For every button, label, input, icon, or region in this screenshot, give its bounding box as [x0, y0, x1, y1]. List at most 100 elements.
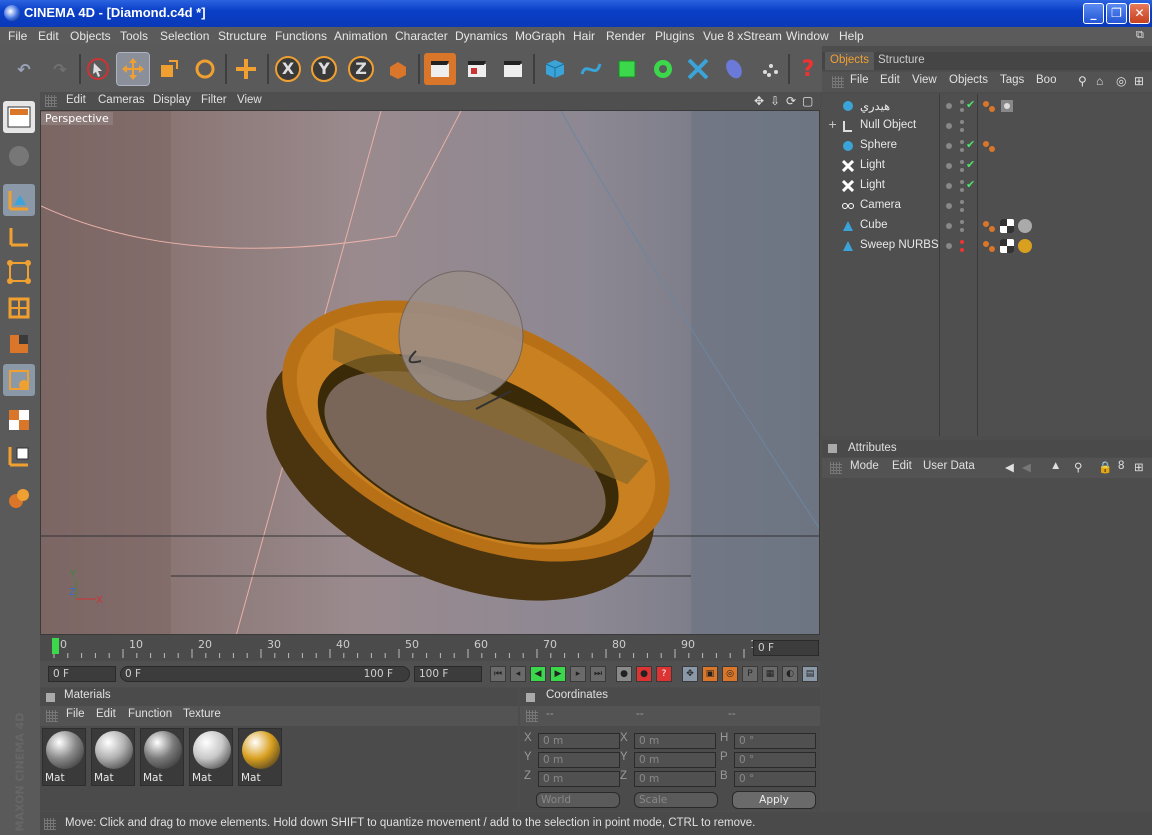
- live-selection-icon[interactable]: [82, 53, 114, 85]
- new-panel-icon[interactable]: ⊞: [1134, 74, 1144, 88]
- apply-button[interactable]: Apply: [732, 791, 816, 809]
- rotation-value-field[interactable]: 0 °: [734, 733, 816, 749]
- menu-mograph[interactable]: MoGraph: [515, 29, 565, 43]
- undo-icon[interactable]: ↶: [8, 53, 40, 85]
- keyframe-selection-icon[interactable]: ?: [656, 666, 672, 682]
- material-swatch[interactable]: Mat: [42, 728, 86, 786]
- render-visibility-icon[interactable]: [960, 228, 964, 232]
- object-name[interactable]: Sweep NURBS: [860, 239, 939, 251]
- rotation-value-field[interactable]: 0 °: [734, 771, 816, 787]
- link-icon[interactable]: 8: [1118, 460, 1124, 472]
- workplane-icon[interactable]: [3, 482, 35, 514]
- objects-menu-tags[interactable]: Tags: [1000, 74, 1024, 86]
- zoom-view-icon[interactable]: ⇩: [770, 94, 780, 108]
- play-forward-icon[interactable]: ▶: [550, 666, 566, 682]
- render-visibility-icon[interactable]: [960, 248, 964, 252]
- start-frame-field[interactable]: 0 F: [48, 666, 116, 682]
- menu-character[interactable]: Character: [395, 29, 448, 43]
- render-visibility-icon[interactable]: [960, 208, 964, 212]
- menu-file[interactable]: File: [8, 29, 27, 43]
- viewport-layout-icon[interactable]: [3, 101, 35, 133]
- material-swatch[interactable]: Mat: [91, 728, 135, 786]
- rotation-value-field[interactable]: 0 °: [734, 752, 816, 768]
- menu-help[interactable]: Help: [839, 29, 864, 43]
- editor-visibility-icon[interactable]: [946, 123, 952, 129]
- current-frame-field[interactable]: 0 F: [753, 640, 819, 656]
- deformer-icon[interactable]: [682, 53, 714, 85]
- panel-grip-icon[interactable]: [832, 76, 844, 88]
- timeline-playhead[interactable]: [52, 638, 59, 654]
- key-position-icon[interactable]: ✥: [682, 666, 698, 682]
- render-visibility-icon[interactable]: [960, 108, 964, 112]
- particle-icon[interactable]: [754, 53, 786, 85]
- end-frame-field[interactable]: 100 F: [414, 666, 482, 682]
- viewport-menu-display[interactable]: Display: [153, 94, 191, 106]
- enabled-check-icon[interactable]: ✔: [966, 138, 975, 151]
- key-rotation-icon[interactable]: ◎: [722, 666, 738, 682]
- menu-hair[interactable]: Hair: [573, 29, 595, 43]
- menu-animation[interactable]: Animation: [334, 29, 387, 43]
- scene-object-icon[interactable]: [718, 53, 750, 85]
- object-mode-icon[interactable]: [3, 184, 35, 216]
- nurbs-subdivision-icon[interactable]: [611, 53, 643, 85]
- panel-grip-icon[interactable]: [46, 710, 58, 722]
- lock-icon[interactable]: 🔒: [1098, 460, 1112, 474]
- viewport-menu-filter[interactable]: Filter: [201, 94, 227, 106]
- record-keys-icon[interactable]: ●: [616, 666, 632, 682]
- target-tag-icon[interactable]: [1000, 99, 1014, 113]
- render-visibility-icon[interactable]: [960, 148, 964, 152]
- render-view-icon[interactable]: [424, 53, 456, 85]
- position-value-field[interactable]: 0 m: [538, 733, 620, 749]
- move-tool-icon[interactable]: [116, 52, 150, 86]
- texture-axis-icon[interactable]: [3, 440, 35, 472]
- scale-mode-select[interactable]: Scale: [634, 792, 718, 808]
- enabled-check-icon[interactable]: ✔: [966, 178, 975, 191]
- forward-arrow-icon[interactable]: ◀: [1022, 460, 1031, 474]
- viewport-menu-view[interactable]: View: [237, 94, 262, 106]
- panel-grip-icon[interactable]: [526, 710, 538, 722]
- panel-grip-icon[interactable]: [44, 818, 56, 830]
- material-swatch[interactable]: Mat: [189, 728, 233, 786]
- phong-tag-icon[interactable]: [982, 239, 996, 253]
- menu-window[interactable]: Window: [786, 29, 829, 43]
- render-visibility-icon[interactable]: [960, 188, 964, 192]
- 3d-viewport[interactable]: Y Z X: [40, 110, 820, 635]
- editor-visibility-icon[interactable]: [946, 183, 952, 189]
- objects-menu-view[interactable]: View: [912, 74, 937, 86]
- timeline-ruler[interactable]: 0102030405060708090100 0 F: [40, 635, 820, 661]
- model-mode-icon[interactable]: [3, 140, 35, 172]
- autokey-icon[interactable]: ●: [636, 666, 652, 682]
- panel-collapse-icon[interactable]: [526, 693, 535, 702]
- key-parameter-icon[interactable]: P: [742, 666, 758, 682]
- up-arrow-icon[interactable]: ▲: [1050, 460, 1061, 472]
- objects-menu-file[interactable]: File: [850, 74, 869, 86]
- rotate-view-icon[interactable]: ⟳: [786, 94, 796, 108]
- objects-menu-edit[interactable]: Edit: [880, 74, 900, 86]
- menu-vue-xstream[interactable]: Vue 8 xStream: [703, 29, 782, 43]
- panel-collapse-icon[interactable]: [46, 693, 55, 702]
- object-row[interactable]: Light ✔: [822, 176, 1152, 196]
- materials-menu-edit[interactable]: Edit: [96, 708, 116, 720]
- size-value-field[interactable]: 0 m: [634, 771, 716, 787]
- material-swatch[interactable]: Mat: [238, 728, 282, 786]
- render-picture-viewer-icon[interactable]: [461, 53, 493, 85]
- menu-plugins[interactable]: Plugins: [655, 29, 694, 43]
- object-row[interactable]: Light ✔: [822, 156, 1152, 176]
- size-value-field[interactable]: 0 m: [634, 752, 716, 768]
- object-name[interactable]: Sphere: [860, 139, 897, 151]
- search-icon[interactable]: ⚲: [1078, 74, 1087, 88]
- scheme-icon[interactable]: ◐: [782, 666, 798, 682]
- expand-icon[interactable]: +: [828, 118, 837, 131]
- timeline-options-icon[interactable]: ▤: [802, 666, 818, 682]
- position-value-field[interactable]: 0 m: [538, 771, 620, 787]
- render-visibility-icon[interactable]: [960, 140, 964, 144]
- position-value-field[interactable]: 0 m: [538, 752, 620, 768]
- object-name[interactable]: Cube: [860, 219, 888, 231]
- material-swatch[interactable]: Mat: [140, 728, 184, 786]
- next-key-icon[interactable]: ▸: [570, 666, 586, 682]
- mat-gray-tag-icon[interactable]: [1018, 219, 1032, 233]
- points-mode-icon[interactable]: [3, 256, 35, 288]
- redo-icon[interactable]: ↷: [44, 53, 76, 85]
- objects-menu-objects[interactable]: Objects: [949, 74, 988, 86]
- key-scale-icon[interactable]: ▣: [702, 666, 718, 682]
